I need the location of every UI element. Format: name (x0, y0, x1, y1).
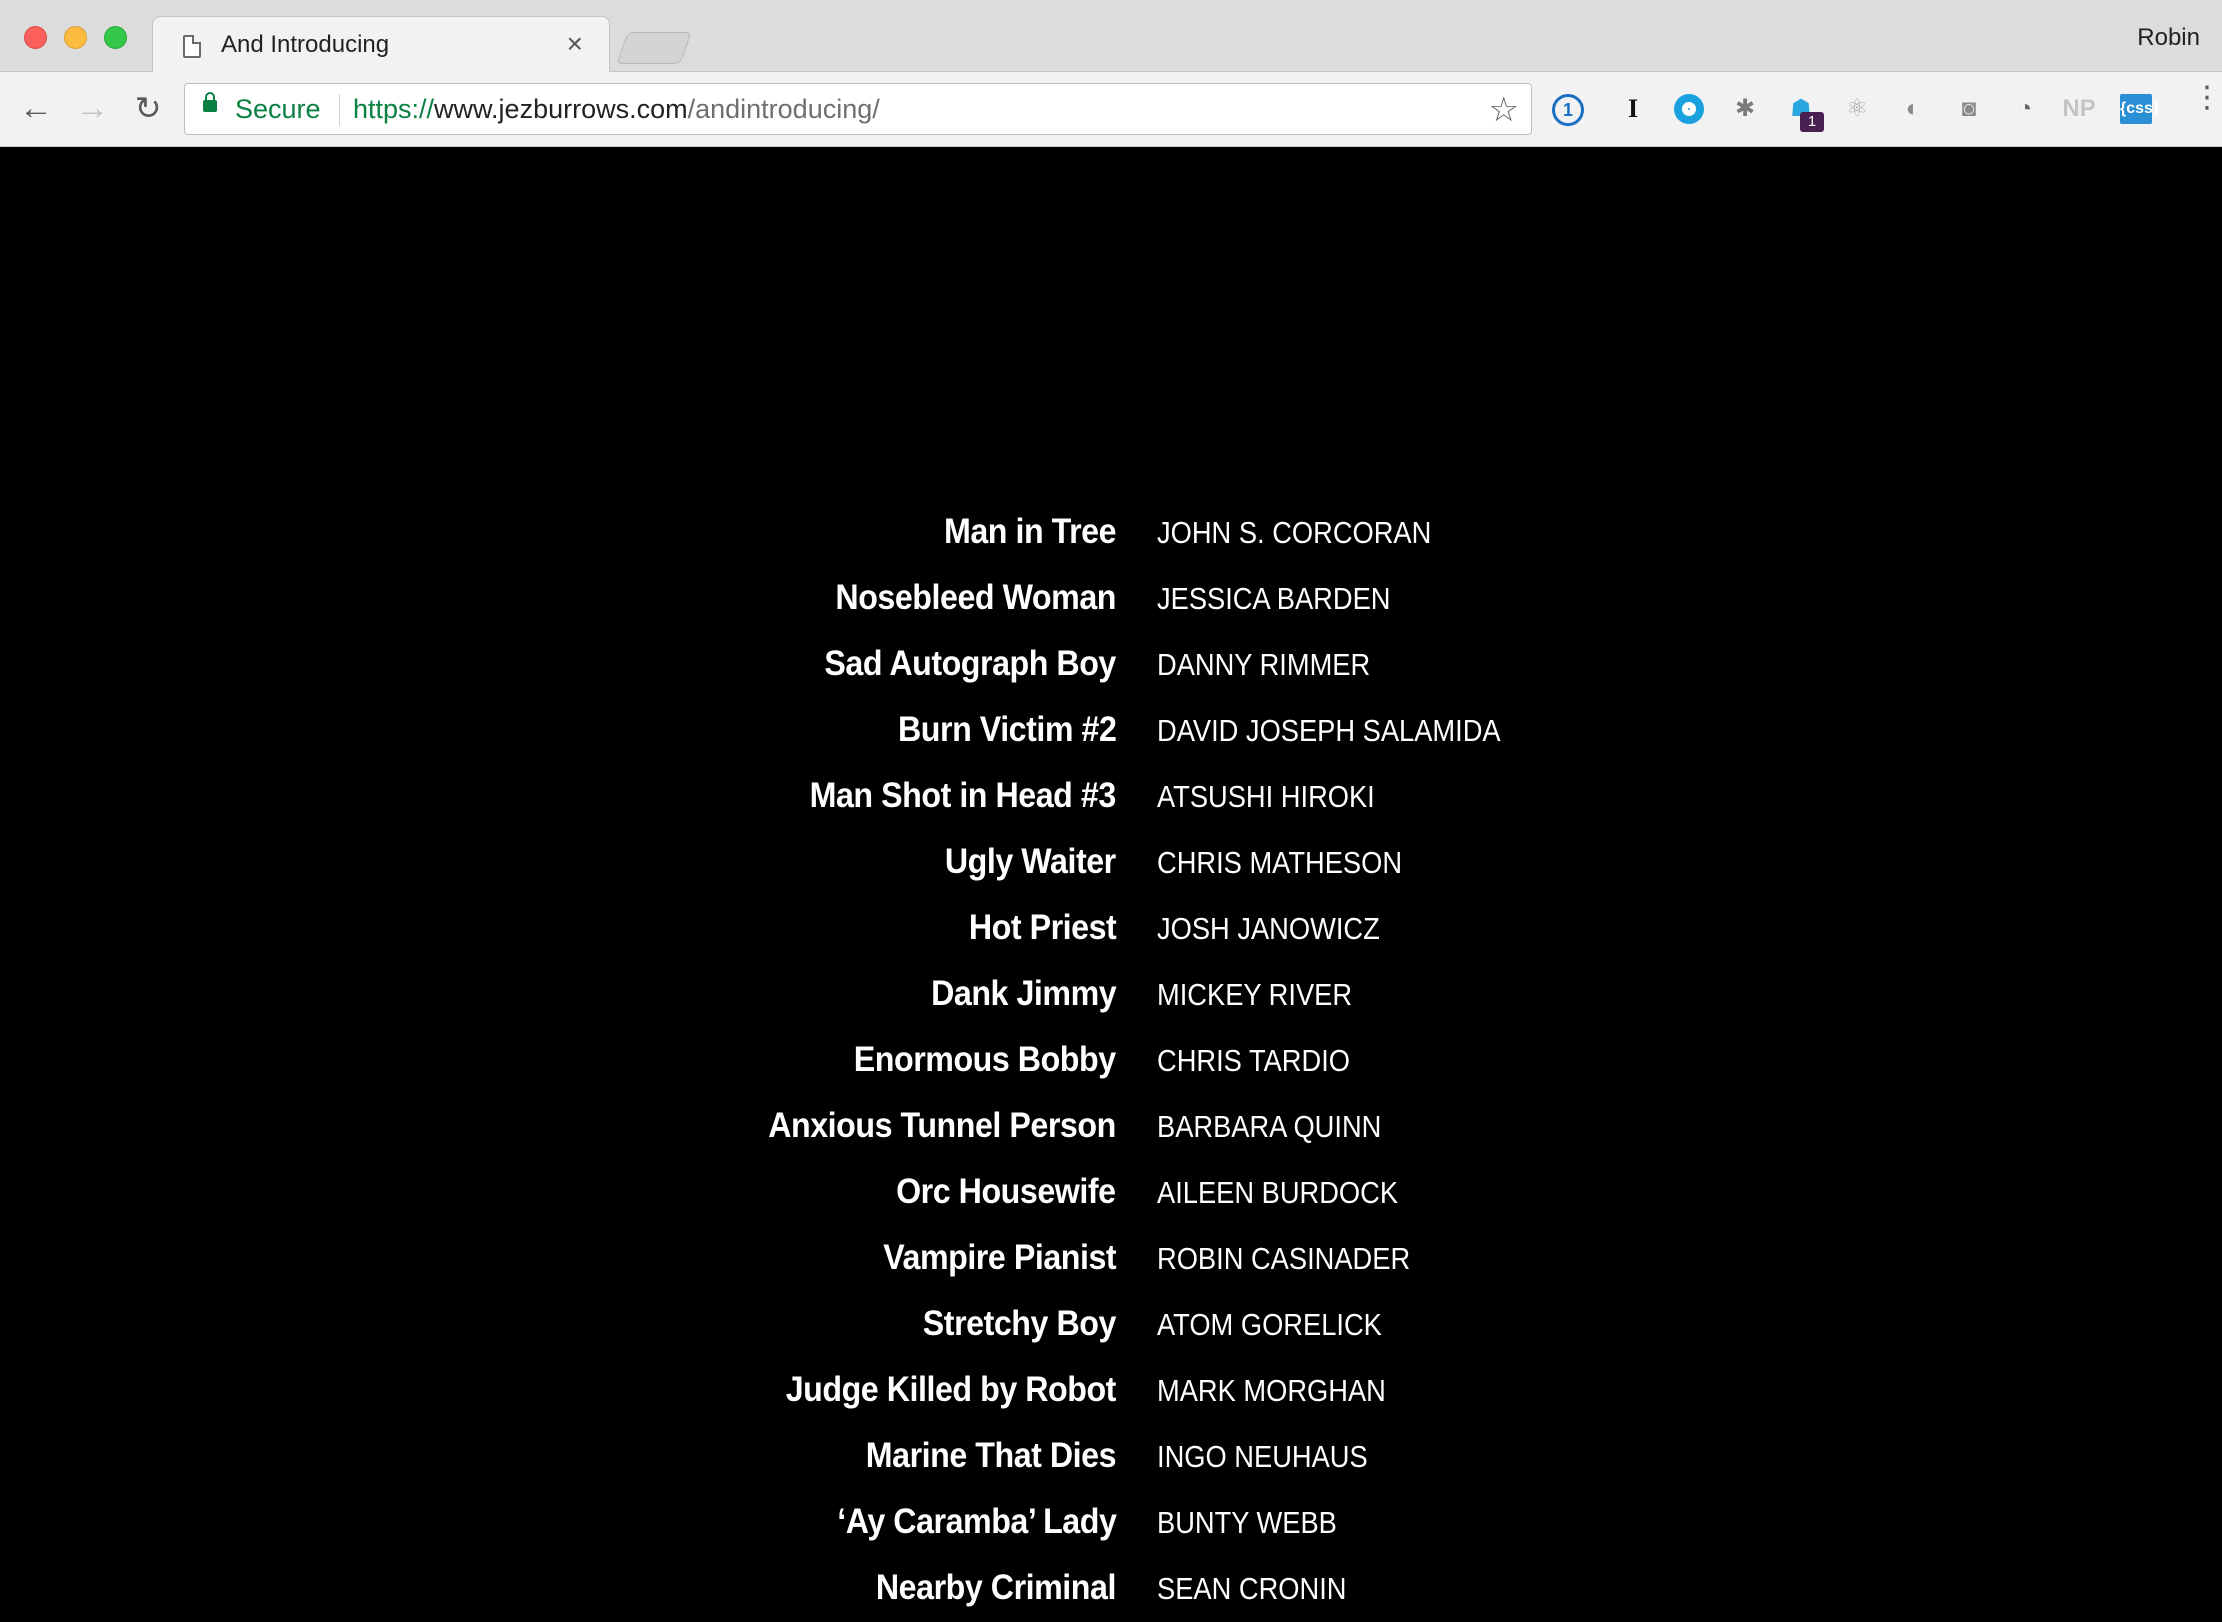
credit-row: Hot Priest JOSH JANOWICZ (0, 908, 2222, 974)
profile-button[interactable]: Robin (2137, 24, 2200, 52)
extension-badge: 1 (1800, 112, 1824, 132)
credit-row: Vampire Pianist ROBIN CASINADER (0, 1238, 2222, 1304)
css-extension-icon[interactable]: {css} (2120, 94, 2159, 124)
credit-actor: MARK MORGHAN (1157, 1373, 1386, 1408)
browser-chrome: And Introducing × Robin ← → ↻ Secure htt… (0, 0, 2222, 147)
np-extension-icon[interactable]: NP (2062, 92, 2096, 126)
credit-role: Enormous Bobby (854, 1040, 1116, 1079)
browser-menu-icon[interactable]: ⋮ (2192, 83, 2222, 126)
credit-actor: ROBIN CASINADER (1157, 1241, 1411, 1276)
credit-actor: MICKEY RIVER (1157, 977, 1353, 1012)
credit-role: Nearby Criminal (875, 1568, 1117, 1607)
credit-row: ‘Ay Caramba’ Lady BUNTY WEBB (0, 1502, 2222, 1568)
address-bar-divider (339, 94, 340, 126)
credit-actor: ATSUSHI HIROKI (1157, 779, 1375, 814)
window-maximize-button[interactable] (104, 26, 127, 49)
credit-role: Nosebleed Woman (835, 578, 1116, 617)
instapaper-extension-icon[interactable]: I (1616, 92, 1650, 126)
bookmark-star-icon[interactable]: ☆ (1489, 90, 1519, 130)
credit-row: Sad Autograph Boy DANNY RIMMER (0, 644, 2222, 710)
credits-list: Man in Tree JOHN S. CORCORAN Nosebleed W… (0, 512, 2222, 1622)
credit-row: Ugly Waiter CHRIS MATHESON (0, 842, 2222, 908)
credit-row: Man in Tree JOHN S. CORCORAN (0, 512, 2222, 578)
credit-role: Burn Victim #2 (897, 710, 1117, 749)
credit-role: ‘Ay Caramba’ Lady (836, 1502, 1117, 1541)
url-scheme: https:// (353, 94, 435, 124)
moon-extension-icon[interactable]: ◐ (1896, 92, 1930, 126)
credit-role: Dank Jimmy (930, 974, 1117, 1013)
forward-arrow-icon[interactable]: → (72, 88, 112, 128)
url-path: /andintroducing/ (687, 94, 880, 124)
credit-row: Burn Victim #2 DAVID JOSEPH SALAMIDA (0, 710, 2222, 776)
blue-circle-extension-icon[interactable] (1672, 92, 1706, 126)
credit-role: Hot Priest (968, 908, 1117, 947)
tab-and-introducing[interactable]: And Introducing × (152, 16, 610, 73)
tab-title: And Introducing (221, 31, 390, 58)
reload-icon[interactable]: ↻ (128, 88, 168, 128)
credit-actor: BUNTY WEBB (1157, 1505, 1337, 1540)
credit-role: Vampire Pianist (883, 1238, 1116, 1277)
credit-role: Stretchy Boy (922, 1304, 1117, 1343)
credit-actor: SEAN CRONIN (1157, 1571, 1347, 1606)
address-bar[interactable]: Secure https://www.jezburrows.com/andint… (184, 83, 1532, 135)
url-host: www.jezburrows.com (434, 94, 688, 124)
credit-row: Nearby Criminal SEAN CRONIN (0, 1568, 2222, 1622)
window-minimize-button[interactable] (64, 26, 87, 49)
credit-actor: DAVID JOSEPH SALAMIDA (1157, 713, 1501, 748)
bug-extension-icon[interactable]: ✱ (1728, 92, 1762, 126)
title-bar: And Introducing × Robin (0, 0, 2222, 73)
credit-role: Judge Killed by Robot (785, 1370, 1117, 1409)
credit-role: Sad Autograph Boy (824, 644, 1116, 683)
react-devtools-icon[interactable]: ⚛ (1840, 92, 1874, 126)
gauge-extension-icon[interactable]: ◔ (2008, 92, 2042, 126)
secure-label[interactable]: Secure (235, 94, 321, 125)
credit-row: Judge Killed by Robot MARK MORGHAN (0, 1370, 2222, 1436)
lock-icon[interactable] (203, 92, 217, 112)
credit-actor: BARBARA QUINN (1157, 1109, 1382, 1144)
credit-role: Orc Housewife (896, 1172, 1117, 1211)
credit-actor: JOSH JANOWICZ (1157, 911, 1380, 946)
credit-actor: CHRIS TARDIO (1157, 1043, 1351, 1078)
back-arrow-icon[interactable]: ← (16, 88, 56, 128)
window-close-button[interactable] (24, 26, 47, 49)
credit-actor: INGO NEUHAUS (1157, 1439, 1368, 1474)
credit-actor: JOHN S. CORCORAN (1157, 515, 1432, 550)
camera-extension-icon[interactable]: ◙ (1952, 92, 1986, 126)
credit-row: Stretchy Boy ATOM GORELICK (0, 1304, 2222, 1370)
credit-row: Man Shot in Head #3 ATSUSHI HIROKI (0, 776, 2222, 842)
credit-actor: DANNY RIMMER (1157, 647, 1371, 682)
browser-toolbar: ← → ↻ Secure https://www.jezburrows.com/… (0, 72, 2222, 147)
new-tab-button[interactable] (616, 32, 692, 64)
url-text[interactable]: https://www.jezburrows.com/andintroducin… (353, 94, 880, 125)
credit-row: Marine That Dies INGO NEUHAUS (0, 1436, 2222, 1502)
onepassword-extension-icon[interactable]: 1 (1552, 94, 1584, 126)
credit-row: Enormous Bobby CHRIS TARDIO (0, 1040, 2222, 1106)
credit-role: Man in Tree (943, 512, 1117, 551)
credit-row: Orc Housewife AILEEN BURDOCK (0, 1172, 2222, 1238)
page-content: Man in Tree JOHN S. CORCORAN Nosebleed W… (0, 147, 2222, 1622)
credit-role: Marine That Dies (865, 1436, 1117, 1475)
credit-row: Anxious Tunnel Person BARBARA QUINN (0, 1106, 2222, 1172)
tab-close-icon[interactable]: × (567, 28, 583, 59)
page-icon (183, 35, 201, 58)
credit-actor: ATOM GORELICK (1157, 1307, 1382, 1342)
credit-actor: JESSICA BARDEN (1157, 581, 1391, 616)
credit-row: Dank Jimmy MICKEY RIVER (0, 974, 2222, 1040)
credit-actor: CHRIS MATHESON (1157, 845, 1403, 880)
credit-role: Ugly Waiter (945, 842, 1116, 881)
credit-role: Anxious Tunnel Person (768, 1106, 1116, 1145)
credit-row: Nosebleed Woman JESSICA BARDEN (0, 578, 2222, 644)
credit-role: Man Shot in Head #3 (809, 776, 1117, 815)
credit-actor: AILEEN BURDOCK (1157, 1175, 1399, 1210)
